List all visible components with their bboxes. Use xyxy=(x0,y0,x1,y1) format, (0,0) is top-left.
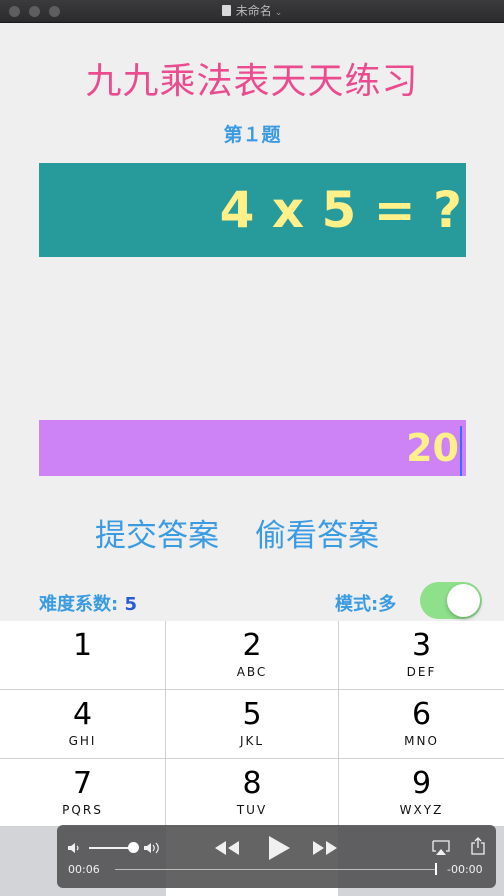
submit-answer-button[interactable]: 提交答案 xyxy=(95,510,219,555)
rewind-icon[interactable] xyxy=(214,840,240,856)
speaker-high-icon[interactable] xyxy=(143,841,165,855)
keypad-key-1[interactable]: 1 xyxy=(0,621,166,690)
key-digit: 7 xyxy=(72,766,93,801)
keypad-key-6[interactable]: 6 MNO xyxy=(339,690,504,759)
play-icon[interactable] xyxy=(267,835,291,861)
answer-input[interactable]: 20 xyxy=(39,420,466,476)
remaining-time: -00:00 xyxy=(447,863,483,876)
difficulty-label: 难度系数: xyxy=(39,594,119,615)
chevron-down-icon: ⌄ xyxy=(274,8,283,18)
keypad-key-5[interactable]: 5 JKL xyxy=(166,690,339,759)
fast-forward-icon[interactable] xyxy=(312,840,338,856)
difficulty-indicator: 难度系数: 5 xyxy=(39,590,137,616)
toggle-knob xyxy=(447,584,480,617)
key-letters: WXYZ xyxy=(399,803,444,817)
answer-value: 20 xyxy=(406,426,459,470)
key-letters: TUV xyxy=(236,803,268,817)
key-letters: MNO xyxy=(404,734,439,748)
key-digit: 6 xyxy=(411,697,432,732)
key-digit: 4 xyxy=(72,697,93,732)
question-number: 第１题 xyxy=(223,124,281,146)
key-letters: JKL xyxy=(239,734,265,748)
difficulty-value: 5 xyxy=(124,594,138,615)
keypad-key-8[interactable]: 8 TUV xyxy=(166,759,339,827)
key-digit: 1 xyxy=(72,628,93,663)
speaker-low-icon[interactable] xyxy=(67,842,81,854)
window-titlebar: 未命名 ⌄ xyxy=(0,0,504,23)
elapsed-time: 00:06 xyxy=(68,863,100,876)
key-letters: DEF xyxy=(406,665,437,679)
app-title: 九九乘法表天天练习 xyxy=(85,61,419,102)
window-title-text: 未命名 xyxy=(235,4,272,18)
key-digit: 3 xyxy=(411,628,432,663)
key-letters: ABC xyxy=(236,665,268,679)
media-controls: 00:06 -00:00 xyxy=(57,825,496,888)
peek-answer-button[interactable]: 偷看答案 xyxy=(255,510,379,555)
volume-knob[interactable] xyxy=(128,842,139,853)
scrubber-track[interactable] xyxy=(115,869,435,870)
text-caret xyxy=(460,425,462,476)
keypad-key-2[interactable]: 2 ABC xyxy=(166,621,339,690)
key-digit: 2 xyxy=(242,628,262,663)
mode-toggle[interactable] xyxy=(420,582,482,619)
key-digit: 9 xyxy=(411,766,432,801)
question-display: 4 x 5 = ? xyxy=(39,163,466,257)
scrubber-handle[interactable] xyxy=(435,863,437,875)
keypad-key-9[interactable]: 9 WXYZ xyxy=(339,759,504,827)
document-icon xyxy=(221,5,231,16)
window-title[interactable]: 未命名 ⌄ xyxy=(0,0,504,22)
airplay-icon[interactable] xyxy=(432,840,450,856)
mode-label: 模式:多 xyxy=(335,594,397,615)
key-letters: GHI xyxy=(68,734,97,748)
share-icon[interactable] xyxy=(471,837,485,855)
keypad-key-7[interactable]: 7 PQRS xyxy=(0,759,166,827)
key-letters: PQRS xyxy=(62,803,103,817)
key-digit: 8 xyxy=(242,766,262,801)
key-digit: 5 xyxy=(242,697,262,732)
keypad-key-3[interactable]: 3 DEF xyxy=(339,621,504,690)
keypad-key-4[interactable]: 4 GHI xyxy=(0,690,166,759)
